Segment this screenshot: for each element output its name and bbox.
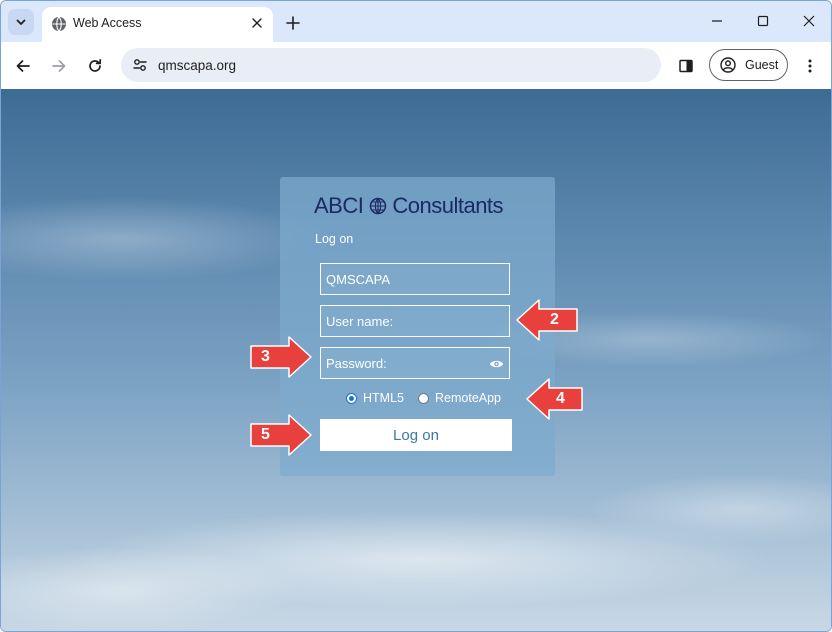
address-bar[interactable]: qmscapa.org <box>121 48 661 82</box>
minimize-button[interactable] <box>701 7 733 35</box>
callout-arrow-5 <box>250 414 312 456</box>
callout-number-4: 4 <box>556 390 565 407</box>
reload-icon <box>89 58 102 72</box>
callout-arrow-1 <box>269 89 335 91</box>
browser-tab[interactable]: Web Access <box>42 7 273 42</box>
plus-icon <box>286 16 300 30</box>
login-title: Log on <box>315 232 354 246</box>
password-field[interactable]: Password: <box>320 347 510 379</box>
side-panel-icon <box>679 59 693 73</box>
radio-remoteapp[interactable] <box>418 392 429 404</box>
logo-text-right: Consultants <box>392 193 504 218</box>
browser-window: Web Access qmscapa.org Guest ABCI Consul… <box>0 0 832 632</box>
tab-close-button[interactable] <box>247 13 267 33</box>
username-placeholder: User name: <box>326 314 394 329</box>
close-icon <box>252 18 262 28</box>
radio-html5-label: HTML5 <box>363 391 404 405</box>
logo-text-left: ABCI <box>314 193 364 218</box>
callout-number-2: 2 <box>550 311 559 328</box>
callout-arrow-4 <box>526 378 583 420</box>
domain-field[interactable]: QMSCAPA <box>320 263 510 295</box>
web-page: ABCI Consultants Log on QMSCAPA User nam… <box>1 89 831 631</box>
login-panel: ABCI Consultants Log on QMSCAPA User nam… <box>280 177 555 476</box>
more-vertical-icon <box>808 59 812 73</box>
maximize-icon <box>757 15 769 27</box>
logon-button[interactable]: Log on <box>320 419 512 451</box>
reload-button[interactable] <box>80 51 110 81</box>
account-icon <box>720 57 736 73</box>
mode-option-remoteapp[interactable]: RemoteApp <box>418 390 501 406</box>
tab-title: Web Access <box>73 16 142 30</box>
callout-number-5: 5 <box>261 426 270 443</box>
close-icon <box>803 15 815 27</box>
callout-arrow-2 <box>516 299 578 341</box>
arrow-right-icon <box>52 60 66 72</box>
browser-toolbar: qmscapa.org Guest <box>1 42 831 89</box>
eye-icon[interactable] <box>489 357 504 371</box>
close-window-button[interactable] <box>793 7 825 35</box>
profile-label: Guest <box>745 58 779 72</box>
password-placeholder: Password: <box>326 356 387 371</box>
logon-button-label: Log on <box>393 426 439 444</box>
domain-value: QMSCAPA <box>326 272 391 287</box>
minimize-icon <box>712 20 722 22</box>
brand-logo: ABCI Consultants <box>314 193 504 218</box>
site-settings-icon[interactable] <box>132 57 148 73</box>
new-tab-button[interactable] <box>281 11 305 35</box>
username-field[interactable]: User name: <box>320 305 510 337</box>
radio-html5[interactable] <box>346 392 357 404</box>
callout-number-3: 3 <box>261 348 270 365</box>
profile-button[interactable]: Guest <box>709 49 788 81</box>
chevron-down-icon <box>16 19 26 25</box>
arrow-left-icon <box>16 60 30 72</box>
mode-option-html5[interactable]: HTML5 <box>346 390 404 406</box>
radio-remoteapp-label: RemoteApp <box>435 391 502 405</box>
tab-search-button[interactable] <box>8 9 34 35</box>
callout-arrow-3 <box>250 336 312 378</box>
tab-strip: Web Access <box>1 1 831 42</box>
menu-button[interactable] <box>795 51 825 81</box>
forward-button[interactable] <box>44 51 74 81</box>
maximize-button[interactable] <box>747 7 779 35</box>
url-text[interactable]: qmscapa.org <box>158 58 236 73</box>
back-button[interactable] <box>8 51 38 81</box>
side-panel-button[interactable] <box>671 51 701 81</box>
globe-icon <box>370 197 387 215</box>
globe-icon <box>52 16 66 32</box>
